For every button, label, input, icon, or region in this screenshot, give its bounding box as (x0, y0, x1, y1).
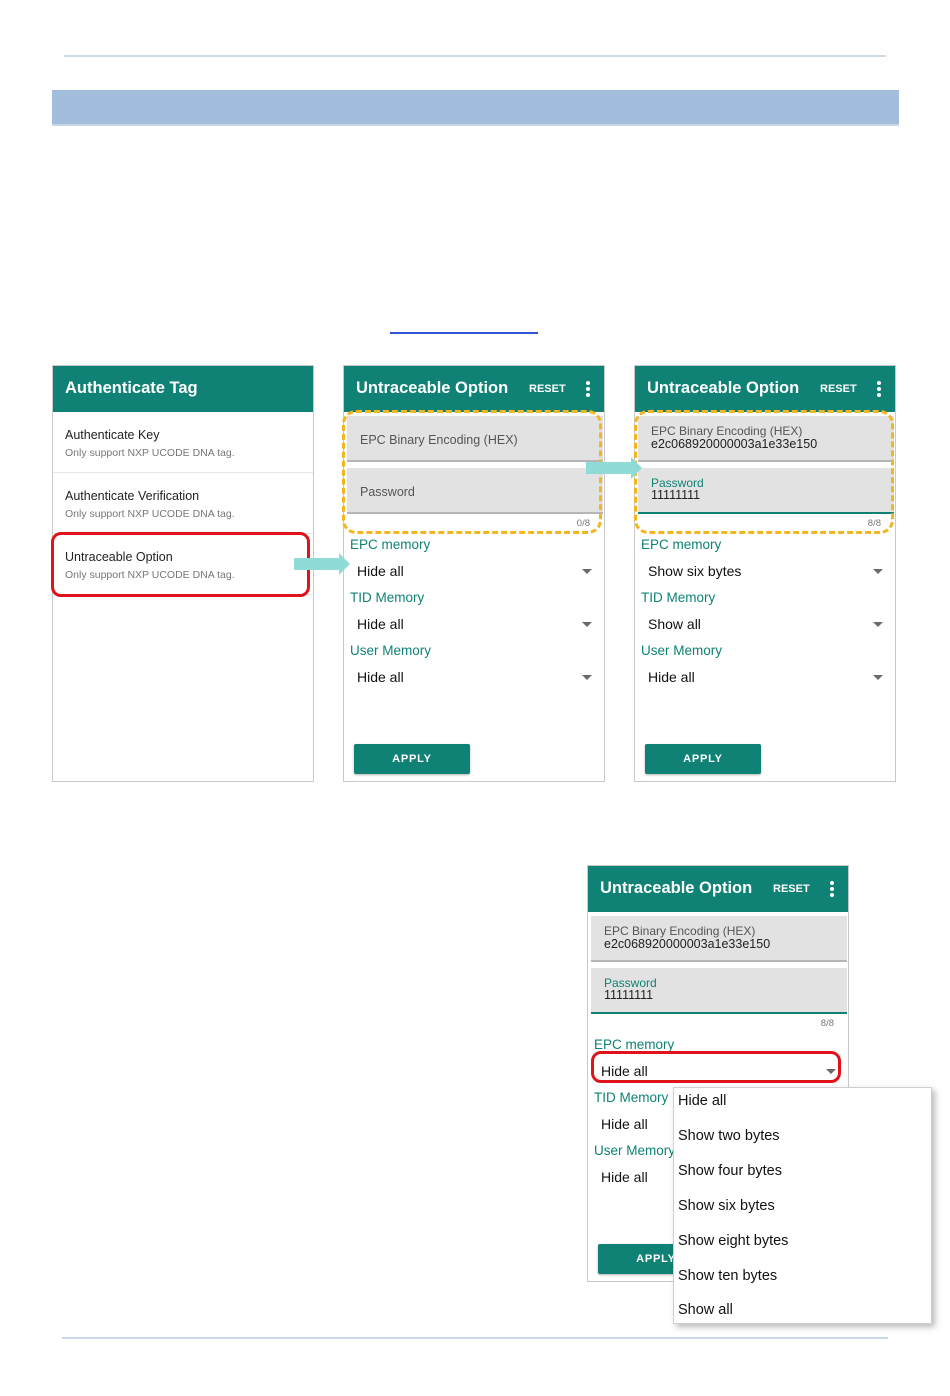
epc-memory-spinner-highlight (591, 1051, 841, 1083)
user-memory-label: User Memory (594, 1143, 676, 1158)
screen-title: Authenticate Tag (65, 379, 198, 397)
epc-memory-label: EPC memory (350, 537, 431, 552)
section-title-bar (52, 90, 899, 126)
password-counter: 8/8 (820, 1018, 834, 1029)
more-options-icon[interactable] (828, 879, 836, 899)
menu-item-subtitle: Only support NXP UCODE DNA tag. (65, 508, 235, 520)
untraceable-option-highlight (51, 532, 310, 597)
dropdown-option-show-two-bytes[interactable]: Show two bytes (678, 1128, 780, 1144)
epc-memory-dropdown-list[interactable]: Hide all Show two bytes Show four bytes … (673, 1087, 932, 1324)
menu-item-subtitle: Only support NXP UCODE DNA tag. (65, 447, 235, 459)
user-memory-label: User Memory (350, 643, 432, 658)
more-options-icon[interactable] (875, 379, 883, 399)
menu-item-title: Authenticate Verification (65, 489, 200, 503)
epc-encoding-field[interactable]: EPC Binary Encoding (HEX) e2c06892000000… (591, 916, 847, 962)
tid-memory-label: TID Memory (641, 590, 716, 605)
hyperlink-underline[interactable] (390, 332, 538, 334)
epc-memory-label: EPC memory (594, 1037, 675, 1052)
app-bar: Authenticate Tag (53, 366, 313, 412)
dropdown-arrow-icon[interactable] (582, 569, 592, 574)
epc-encoding-value: e2c068920000003a1e33e150 (604, 937, 771, 951)
epc-memory-label: EPC memory (641, 537, 722, 552)
header-rule (64, 55, 886, 57)
dropdown-option-show-six-bytes[interactable]: Show six bytes (678, 1198, 775, 1214)
dropdown-arrow-icon[interactable] (873, 675, 883, 680)
epc-memory-spinner[interactable]: Show six bytes (648, 563, 741, 579)
menu-item-title: Authenticate Key (65, 428, 160, 442)
more-options-icon[interactable] (584, 379, 592, 399)
dropdown-option-hide-all[interactable]: Hide all (678, 1093, 726, 1109)
app-bar: Untraceable Option RESET (344, 366, 604, 412)
screen-title: Untraceable Option (356, 379, 509, 397)
password-value: 11111111 (604, 988, 654, 1002)
user-memory-spinner[interactable]: Hide all (601, 1169, 648, 1185)
user-memory-spinner[interactable]: Hide all (357, 669, 404, 685)
user-memory-spinner[interactable]: Hide all (648, 669, 695, 685)
menu-item-authenticate-key[interactable]: Authenticate Key Only support NXP UCODE … (53, 412, 313, 473)
dropdown-option-show-all[interactable]: Show all (678, 1302, 733, 1318)
tid-memory-label: TID Memory (594, 1090, 669, 1105)
apply-button[interactable]: APPLY (354, 744, 470, 774)
tid-memory-spinner[interactable]: Hide all (357, 616, 404, 632)
dropdown-option-show-eight-bytes[interactable]: Show eight bytes (678, 1233, 788, 1249)
dropdown-arrow-icon[interactable] (873, 569, 883, 574)
footer-rule (62, 1337, 888, 1339)
dropdown-arrow-icon[interactable] (582, 675, 592, 680)
tid-memory-label: TID Memory (350, 590, 425, 605)
tid-memory-spinner[interactable]: Hide all (601, 1116, 648, 1132)
tid-memory-spinner[interactable]: Show all (648, 616, 701, 632)
dropdown-option-show-four-bytes[interactable]: Show four bytes (678, 1163, 782, 1179)
input-fields-highlight (342, 410, 602, 534)
dropdown-arrow-icon[interactable] (873, 622, 883, 627)
reset-button[interactable]: RESET (529, 383, 566, 395)
dropdown-option-show-ten-bytes[interactable]: Show ten bytes (678, 1268, 777, 1284)
screen-title: Untraceable Option (647, 379, 800, 397)
input-fields-highlight-filled (634, 410, 894, 534)
arrow-right-icon (586, 457, 642, 479)
user-memory-label: User Memory (641, 643, 723, 658)
reset-button[interactable]: RESET (773, 883, 810, 895)
arrow-right-icon (294, 553, 350, 575)
password-field[interactable]: Password 11111111 (591, 968, 847, 1014)
screen-title: Untraceable Option (600, 879, 753, 897)
reset-button[interactable]: RESET (820, 383, 857, 395)
app-bar: Untraceable Option RESET (588, 866, 848, 912)
menu-item-authenticate-verification[interactable]: Authenticate Verification Only support N… (53, 473, 313, 534)
dropdown-arrow-icon[interactable] (582, 622, 592, 627)
epc-encoding-label: EPC Binary Encoding (HEX) (604, 924, 756, 938)
apply-button[interactable]: APPLY (645, 744, 761, 774)
epc-memory-spinner[interactable]: Hide all (357, 563, 404, 579)
app-bar: Untraceable Option RESET (635, 366, 895, 412)
